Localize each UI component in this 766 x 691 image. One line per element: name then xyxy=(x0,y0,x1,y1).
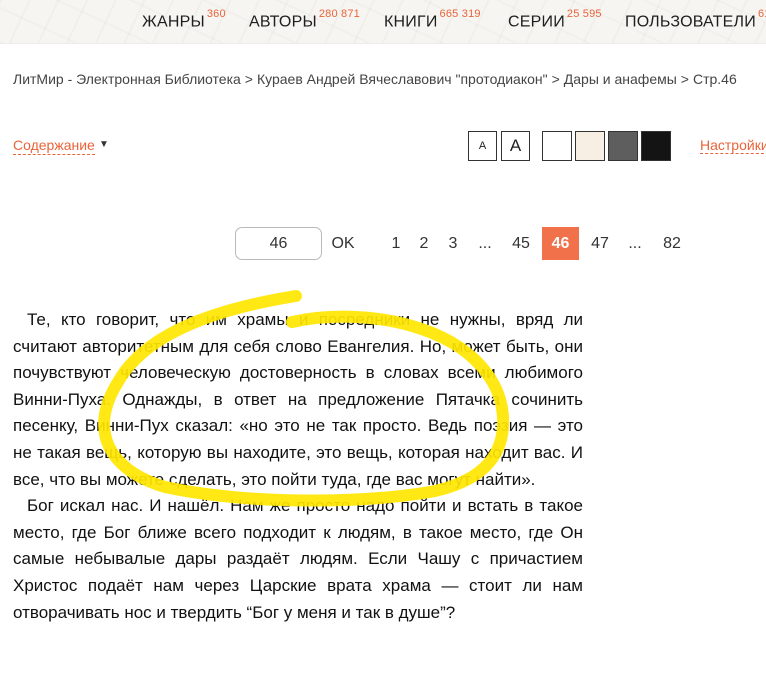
nav-genres[interactable]: ЖАНРЫ 360 xyxy=(142,8,226,31)
breadcrumb-item-library[interactable]: ЛитМир - Электронная Библиотека xyxy=(13,71,241,87)
theme-cream-swatch[interactable] xyxy=(575,131,605,161)
page-link-last[interactable]: 82 xyxy=(660,227,684,260)
nav-series-label: СЕРИИ xyxy=(508,13,565,31)
nav-books-label: КНИГИ xyxy=(384,13,438,31)
settings-link[interactable]: Настройки xyxy=(700,137,766,154)
contents-toggle[interactable]: Содержание xyxy=(13,137,95,155)
nav-books[interactable]: КНИГИ 665 319 xyxy=(384,8,481,31)
nav-genres-count: 360 xyxy=(206,8,226,20)
theme-white-swatch[interactable] xyxy=(542,131,572,161)
page-go-button[interactable]: OK xyxy=(330,227,356,260)
caret-down-icon[interactable]: ▼ xyxy=(99,139,109,150)
page-current: 46 xyxy=(542,227,579,260)
book-text: Те, кто говорит, что им храмы и посредни… xyxy=(13,307,583,626)
page-ellipsis: ... xyxy=(478,235,492,252)
page-link[interactable]: 47 xyxy=(588,227,612,260)
page-ellipsis: ... xyxy=(628,235,642,252)
nav-users-count: 61 xyxy=(757,8,766,20)
breadcrumb-separator: > xyxy=(680,71,689,87)
breadcrumb-item-author[interactable]: Кураев Андрей Вячеславович "протодиакон" xyxy=(257,71,548,87)
theme-black-swatch[interactable] xyxy=(641,131,671,161)
top-navigation: ЖАНРЫ 360 АВТОРЫ 280 871 КНИГИ 665 319 СЕРИ… xyxy=(0,0,766,44)
font-decrease-button[interactable]: A xyxy=(468,131,497,161)
nav-series-count: 25 595 xyxy=(566,8,602,20)
paragraph: Бог искал нас. И нашёл. Нам же просто на… xyxy=(13,496,583,622)
nav-genres-label: ЖАНРЫ xyxy=(142,13,205,31)
breadcrumb-separator: > xyxy=(244,71,253,87)
nav-users[interactable]: ПОЛЬЗОВАТЕЛИ61 xyxy=(625,8,766,31)
nav-authors[interactable]: АВТОРЫ 280 871 xyxy=(249,8,360,31)
nav-books-count: 665 319 xyxy=(439,8,481,20)
nav-authors-label: АВТОРЫ xyxy=(249,13,317,31)
font-increase-button[interactable]: A xyxy=(501,131,530,161)
nav-series[interactable]: СЕРИИ 25 595 xyxy=(508,8,602,31)
breadcrumb: ЛитМир - Электронная Библиотека > Кураев А… xyxy=(13,71,737,87)
nav-users-label: ПОЛЬЗОВАТЕЛИ xyxy=(625,13,756,31)
nav-authors-count: 280 871 xyxy=(318,8,360,20)
breadcrumb-item-book[interactable]: Дары и анафемы xyxy=(564,71,677,87)
breadcrumb-separator: > xyxy=(551,71,560,87)
theme-gray-swatch[interactable] xyxy=(608,131,638,161)
page-link[interactable]: 1 xyxy=(388,227,404,260)
page-link[interactable]: 45 xyxy=(509,227,533,260)
page-link[interactable]: 3 xyxy=(445,227,461,260)
breadcrumb-item-page: Стр.46 xyxy=(692,71,737,87)
page-link[interactable]: 2 xyxy=(416,227,432,260)
page-number-input[interactable]: 46 xyxy=(235,227,322,260)
paragraph: Те, кто говорит, что им храмы и посредни… xyxy=(13,310,583,489)
